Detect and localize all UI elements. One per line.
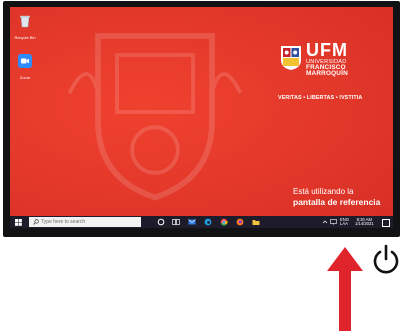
desktop-screen: Recycle Bin Zoom UFM UNIVERSIDAD FRANCIS… [10,7,393,228]
ufm-shield-icon [281,46,301,70]
desktop-icon-label: Zoom [19,75,31,80]
reference-message-line1: Está utilizando la [293,187,354,196]
mail-icon[interactable] [188,218,196,226]
ufm-acronym: UFM [306,40,348,60]
firefox-icon[interactable] [236,218,244,226]
clock-date: 1/14/2021 [355,221,374,227]
reference-screen-message: Está utilizando la pantalla de referenci… [293,187,380,207]
edge-icon[interactable] [204,218,212,226]
taskbar: Type here to search ENG LAA 8:30 AM 1/14… [10,216,393,228]
clock[interactable]: 8:30 AM 1/14/2021 [355,217,374,227]
file-explorer-icon[interactable] [252,218,260,226]
crest-watermark-icon [67,33,243,201]
search-icon [33,219,39,225]
desktop-icon-recycle-bin[interactable]: Recycle Bin [12,14,38,40]
region-code: LAA [340,221,348,227]
recycle-bin-icon [20,15,30,28]
language-indicator[interactable]: ENG LAA [340,217,349,227]
zoom-icon [18,54,32,68]
monitor-frame: Recycle Bin Zoom UFM UNIVERSIDAD FRANCIS… [3,1,400,237]
chrome-icon[interactable] [220,218,228,226]
ufm-line3: MARROQUÍN [306,70,348,78]
network-icon[interactable] [330,219,337,225]
red-arrow-icon [327,247,363,331]
taskbar-search-box[interactable]: Type here to search [29,217,141,227]
cortana-icon[interactable] [157,218,165,226]
ufm-motto: VERITAS • LIBERTAS • IVSTITIA [278,95,363,101]
chevron-up-icon[interactable] [322,219,328,225]
power-icon [373,244,399,274]
notification-center-icon[interactable] [382,219,390,227]
ufm-wordmark: UFM UNIVERSIDAD FRANCISCO MARROQUÍN [306,41,390,78]
desktop-icon-label: Recycle Bin [14,35,36,40]
desktop-icon-zoom[interactable]: Zoom [12,54,38,80]
reference-message-line2: pantalla de referencia [293,197,381,207]
windows-start-button[interactable] [15,219,22,226]
search-placeholder: Type here to search [41,219,86,225]
task-view-icon[interactable] [172,218,180,226]
